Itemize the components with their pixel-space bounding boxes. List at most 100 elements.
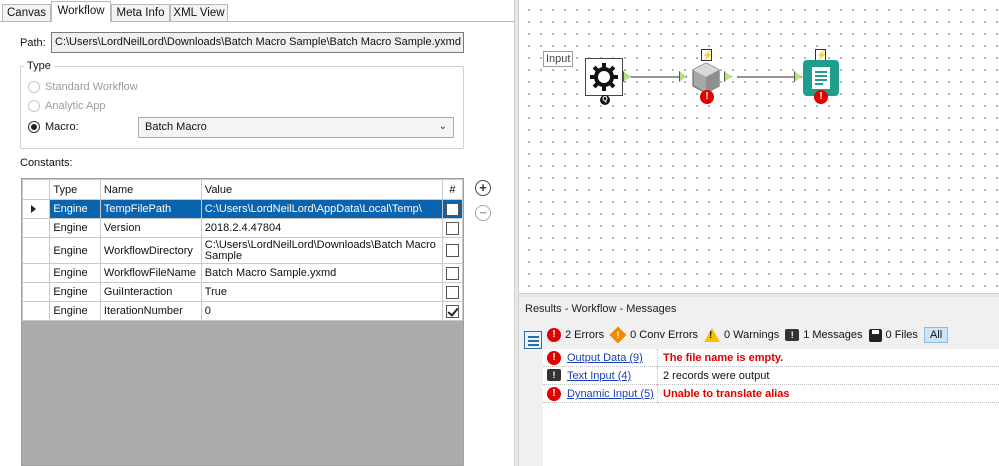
column-header-type[interactable]: Type: [49, 179, 101, 200]
radio-button[interactable]: [28, 121, 40, 133]
list-item[interactable]: ! Output Data (9) The file name is empty…: [543, 349, 999, 367]
row-selector[interactable]: [21, 282, 51, 302]
cell-type[interactable]: Engine: [49, 237, 101, 264]
row-checkbox[interactable]: [445, 285, 459, 299]
add-constant-button[interactable]: +: [475, 180, 491, 196]
table-row[interactable]: Engine WorkflowDirectory C:\Users\LordNe…: [21, 237, 464, 264]
error-icon: !: [547, 351, 561, 365]
error-badge-icon: !: [814, 90, 828, 104]
error-icon: !: [547, 387, 561, 401]
cell-name[interactable]: TempFilePath: [99, 199, 202, 219]
filter-errors-button[interactable]: ! 2 Errors: [547, 328, 604, 342]
cell-type[interactable]: Engine: [49, 301, 101, 321]
question-anchor-icon[interactable]: Q: [600, 95, 610, 105]
cell-checkbox: [441, 218, 464, 238]
macro-type-select[interactable]: Batch Macro ⌄: [138, 117, 454, 138]
config-tabs: Canvas Workflow Meta Info XML View: [0, 0, 514, 22]
tab-xml-view[interactable]: XML View: [170, 4, 228, 22]
table-header-row: Type Name Value #: [21, 179, 464, 200]
tab-canvas[interactable]: Canvas: [2, 4, 51, 22]
filter-messages-label: 1 Messages: [803, 329, 863, 341]
table-row[interactable]: Engine IterationNumber 0: [21, 301, 464, 321]
cell-checkbox: [441, 301, 464, 321]
cell-value[interactable]: Batch Macro Sample.yxmd: [200, 263, 443, 283]
cell-name[interactable]: IterationNumber: [99, 301, 202, 321]
cell-value[interactable]: C:\Users\LordNeilLord\Downloads\Batch Ma…: [200, 237, 443, 264]
table-row[interactable]: Engine TempFilePath C:\Users\LordNeilLor…: [21, 199, 464, 219]
row-header-corner: [21, 179, 51, 200]
path-field[interactable]: C:\Users\LordNeilLord\Downloads\Batch Ma…: [51, 32, 464, 53]
tool-link[interactable]: Dynamic Input (5): [567, 388, 654, 400]
messages-list: ! Output Data (9) The file name is empty…: [543, 349, 999, 466]
cell-name[interactable]: GuiInteraction: [99, 282, 202, 302]
cell-checkbox: [441, 237, 464, 264]
list-item[interactable]: ! Dynamic Input (5) Unable to translate …: [543, 385, 999, 403]
workflow-canvas[interactable]: Input Q ⚡ ! ⚡ !: [519, 0, 999, 293]
constants-label: Constants:: [20, 157, 73, 169]
message-text: 2 records were output: [663, 370, 770, 382]
cell-value[interactable]: C:\Users\LordNeilLord\AppData\Local\Temp…: [200, 199, 443, 219]
radio-button[interactable]: [28, 81, 40, 93]
radio-label: Analytic App: [45, 100, 106, 112]
error-icon: !: [547, 328, 561, 342]
results-title: Results - Workflow - Messages: [525, 303, 677, 315]
row-selector[interactable]: [21, 237, 51, 264]
cell-value[interactable]: 0: [200, 301, 443, 321]
cell-type[interactable]: Engine: [49, 263, 101, 283]
filter-messages-button[interactable]: ! 1 Messages: [785, 329, 863, 341]
table-row[interactable]: Engine GuiInteraction True: [21, 282, 464, 302]
cell-type[interactable]: Engine: [49, 199, 101, 219]
remove-constant-button[interactable]: −: [475, 205, 491, 221]
type-legend: Type: [24, 60, 54, 72]
table-row[interactable]: Engine WorkflowFileName Batch Macro Samp…: [21, 263, 464, 283]
cell-type[interactable]: Engine: [49, 282, 101, 302]
cell-name[interactable]: Version: [99, 218, 202, 238]
cell-type[interactable]: Engine: [49, 218, 101, 238]
filter-warnings-button[interactable]: ! 0 Warnings: [703, 328, 779, 342]
cell-name[interactable]: WorkflowFileName: [99, 263, 202, 283]
tool-link[interactable]: Output Data (9): [567, 352, 643, 364]
table-row[interactable]: Engine Version 2018.2.4.47804: [21, 218, 464, 238]
radio-macro[interactable]: Macro:: [28, 119, 79, 135]
filter-files-button[interactable]: 0 Files: [868, 328, 918, 342]
row-checkbox[interactable]: [445, 266, 459, 280]
control-parameter-tool[interactable]: [585, 58, 623, 96]
cell-value[interactable]: 2018.2.4.47804: [200, 218, 443, 238]
tool-link[interactable]: Text Input (4): [567, 370, 631, 382]
warning-icon: !: [703, 328, 720, 342]
row-checkbox[interactable]: [445, 244, 459, 257]
tab-meta-info[interactable]: Meta Info: [111, 4, 170, 22]
list-view-icon[interactable]: [524, 331, 542, 349]
radio-analytic-app[interactable]: Analytic App: [28, 98, 106, 114]
results-filter-toolbar: ! 2 Errors ! 0 Conv Errors ! 0 Warnings …: [547, 325, 954, 345]
row-selector[interactable]: [21, 263, 51, 283]
column-header-hash[interactable]: #: [441, 179, 464, 200]
message-icon: !: [785, 329, 800, 341]
row-checkbox-checked[interactable]: [445, 304, 459, 318]
cell-value[interactable]: True: [200, 282, 443, 302]
radio-button[interactable]: [28, 100, 40, 112]
cell-name[interactable]: WorkflowDirectory: [99, 237, 202, 264]
row-checkbox[interactable]: [445, 202, 459, 216]
filter-files-label: 0 Files: [885, 329, 918, 341]
filter-all-button[interactable]: All: [923, 327, 949, 343]
row-selector[interactable]: [21, 199, 51, 219]
row-selector[interactable]: [21, 218, 51, 238]
constants-table: Type Name Value # Engine TempFilePath C:…: [21, 179, 464, 321]
tab-workflow[interactable]: Workflow: [51, 1, 111, 22]
row-checkbox[interactable]: [445, 221, 459, 235]
chevron-down-icon: ⌄: [438, 121, 447, 132]
radio-label: Macro:: [45, 121, 79, 133]
path-label: Path:: [20, 37, 46, 49]
workflow-config-panel: Canvas Workflow Meta Info XML View Path:…: [0, 0, 514, 466]
filter-conv-errors-button[interactable]: ! 0 Conv Errors: [609, 326, 698, 344]
column-divider: [657, 367, 658, 385]
message-text: Unable to translate alias: [663, 388, 790, 400]
results-panel: Results - Workflow - Messages ! 2 Errors…: [519, 297, 999, 466]
list-item[interactable]: ! Text Input (4) 2 records were output: [543, 367, 999, 385]
filter-errors-label: 2 Errors: [565, 329, 605, 341]
radio-standard-workflow[interactable]: Standard Workflow: [28, 79, 138, 95]
column-header-name[interactable]: Name: [99, 179, 202, 200]
column-header-value[interactable]: Value: [200, 179, 443, 200]
row-selector[interactable]: [21, 301, 51, 321]
